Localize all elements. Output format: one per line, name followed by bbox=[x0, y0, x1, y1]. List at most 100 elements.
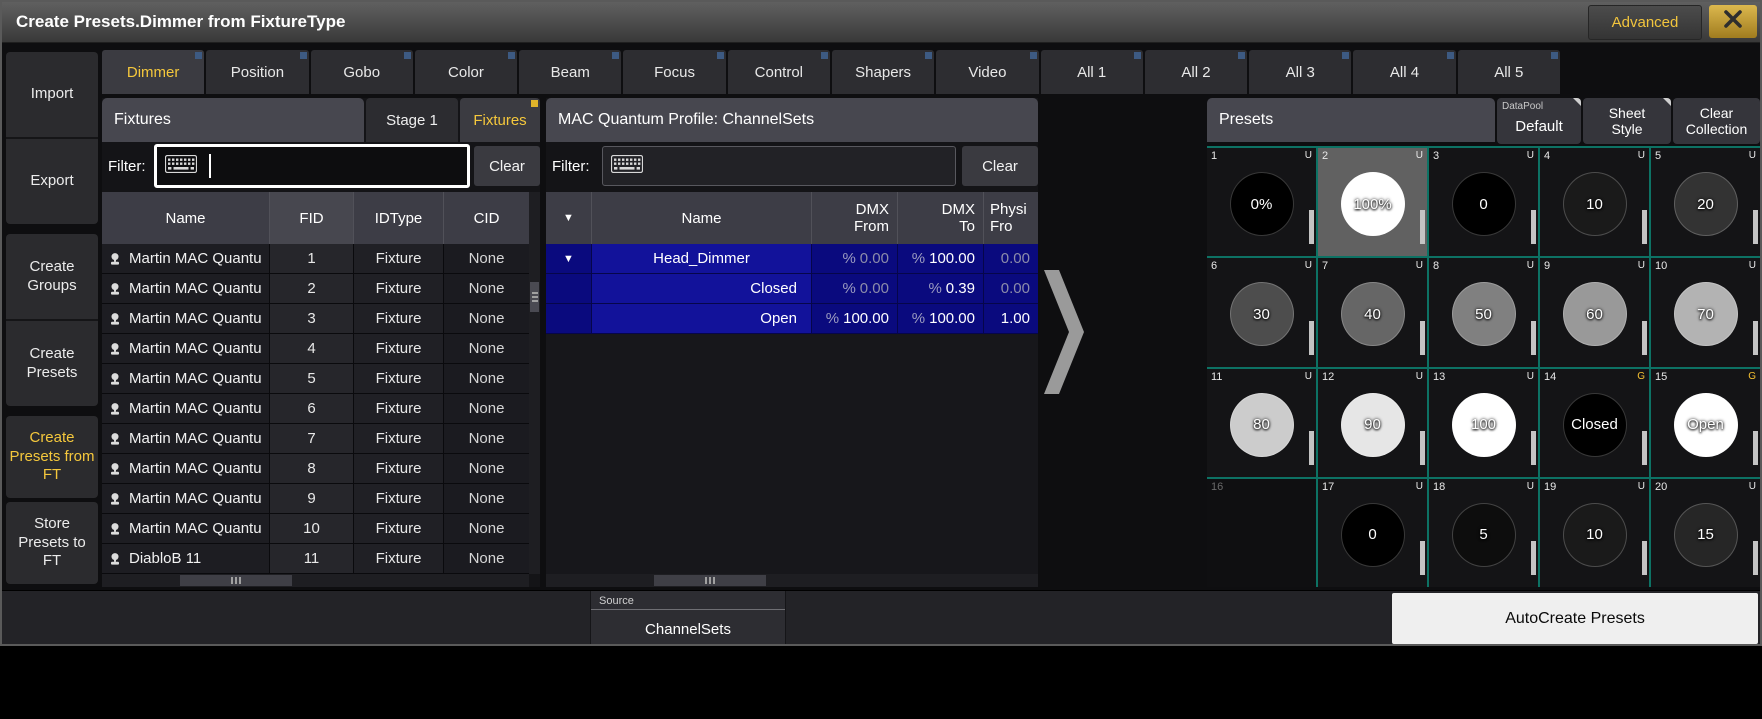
preset-scrollbar[interactable] bbox=[1753, 210, 1758, 244]
fixtures-horizontal-scrollbar[interactable] bbox=[102, 574, 529, 587]
tab-gobo[interactable]: Gobo bbox=[311, 50, 413, 94]
preset-scrollbar[interactable] bbox=[1309, 321, 1314, 355]
preset-cell-2[interactable]: 2U100% bbox=[1318, 148, 1427, 256]
preset-cell-17[interactable]: 17U0 bbox=[1318, 479, 1427, 587]
preset-cell-10[interactable]: 10U70 bbox=[1651, 258, 1760, 366]
fixture-row[interactable]: Martin MAC Quantu6FixtureNone bbox=[102, 394, 529, 424]
create-presets-from-ft-button[interactable]: Create Presets from FT bbox=[6, 416, 98, 498]
preset-scrollbar[interactable] bbox=[1531, 541, 1536, 575]
preset-scrollbar[interactable] bbox=[1309, 431, 1314, 465]
tab-dimmer[interactable]: Dimmer bbox=[102, 50, 204, 94]
fixture-row[interactable]: Martin MAC Quantu5FixtureNone bbox=[102, 364, 529, 394]
preset-cell-4[interactable]: 4U10 bbox=[1540, 148, 1649, 256]
channelset-row-head-dimmer[interactable]: ▼Head_Dimmer%0.00%100.000.00 bbox=[546, 244, 1038, 274]
column-header-dmx-from[interactable]: DMX From bbox=[812, 192, 898, 244]
preset-cell-5[interactable]: 5U20 bbox=[1651, 148, 1760, 256]
tab-control[interactable]: Control bbox=[728, 50, 830, 94]
tab-fixtures[interactable]: Fixtures bbox=[460, 98, 540, 142]
tab-all-3[interactable]: All 3 bbox=[1249, 50, 1351, 94]
preset-cell-7[interactable]: 7U40 bbox=[1318, 258, 1427, 366]
preset-scrollbar[interactable] bbox=[1531, 431, 1536, 465]
preset-scrollbar[interactable] bbox=[1753, 431, 1758, 465]
channelset-row-closed[interactable]: Closed%0.00%0.390.00 bbox=[546, 274, 1038, 304]
fixture-row[interactable]: Martin MAC Quantu9FixtureNone bbox=[102, 484, 529, 514]
preset-scrollbar[interactable] bbox=[1420, 321, 1425, 355]
preset-cell-11[interactable]: 11U80 bbox=[1207, 369, 1316, 477]
store-presets-to-ft-button[interactable]: Store Presets to FT bbox=[6, 502, 98, 584]
fixture-row[interactable]: Martin MAC Quantu8FixtureNone bbox=[102, 454, 529, 484]
preset-scrollbar[interactable] bbox=[1753, 321, 1758, 355]
fixtures-vertical-scrollbar[interactable] bbox=[529, 192, 540, 574]
preset-scrollbar[interactable] bbox=[1642, 321, 1647, 355]
import-button[interactable]: Import bbox=[6, 52, 98, 137]
tab-stage-1[interactable]: Stage 1 bbox=[366, 98, 458, 142]
export-button[interactable]: Export bbox=[6, 137, 98, 224]
channelsets-clear-button[interactable]: Clear bbox=[962, 146, 1038, 186]
fixture-row[interactable]: Martin MAC Quantu3FixtureNone bbox=[102, 304, 529, 334]
preset-cell-16[interactable]: 16 bbox=[1207, 479, 1316, 587]
preset-scrollbar[interactable] bbox=[1420, 210, 1425, 244]
tab-all-1[interactable]: All 1 bbox=[1041, 50, 1143, 94]
preset-scrollbar[interactable] bbox=[1420, 541, 1425, 575]
tab-all-2[interactable]: All 2 bbox=[1145, 50, 1247, 94]
advanced-button[interactable]: Advanced bbox=[1588, 5, 1702, 40]
preset-cell-15[interactable]: 15GOpen bbox=[1651, 369, 1760, 477]
preset-cell-3[interactable]: 3U0 bbox=[1429, 148, 1538, 256]
preset-scrollbar[interactable] bbox=[1642, 541, 1647, 575]
fixture-row[interactable]: Martin MAC Quantu2FixtureNone bbox=[102, 274, 529, 304]
preset-cell-6[interactable]: 6U30 bbox=[1207, 258, 1316, 366]
fixtures-clear-button[interactable]: Clear bbox=[474, 146, 540, 186]
preset-cell-9[interactable]: 9U60 bbox=[1540, 258, 1649, 366]
preset-scrollbar[interactable] bbox=[1642, 210, 1647, 244]
fixture-row[interactable]: Martin MAC Quantu10FixtureNone bbox=[102, 514, 529, 544]
preset-cell-18[interactable]: 18U5 bbox=[1429, 479, 1538, 587]
scrollbar-thumb[interactable] bbox=[530, 282, 539, 312]
column-header-idtype[interactable]: IDType bbox=[354, 192, 444, 244]
preset-cell-8[interactable]: 8U50 bbox=[1429, 258, 1538, 366]
tab-focus[interactable]: Focus bbox=[623, 50, 725, 94]
tab-color[interactable]: Color bbox=[415, 50, 517, 94]
row-expander-icon[interactable]: ▼ bbox=[546, 244, 592, 274]
preset-cell-19[interactable]: 19U10 bbox=[1540, 479, 1649, 587]
fixture-row[interactable]: Martin MAC Quantu4FixtureNone bbox=[102, 334, 529, 364]
clear-collection-button[interactable]: Clear Collection bbox=[1673, 98, 1760, 144]
autocreate-presets-button[interactable]: AutoCreate Presets bbox=[1392, 593, 1758, 644]
preset-cell-20[interactable]: 20U15 bbox=[1651, 479, 1760, 587]
column-header-cid[interactable]: CID bbox=[444, 192, 529, 244]
fixture-row[interactable]: DiabloB 1111FixtureNone bbox=[102, 544, 529, 574]
tab-video[interactable]: Video bbox=[936, 50, 1038, 94]
tab-shapers[interactable]: Shapers bbox=[832, 50, 934, 94]
column-header-dmx-to[interactable]: DMX To bbox=[898, 192, 984, 244]
tab-beam[interactable]: Beam bbox=[519, 50, 621, 94]
scrollbar-thumb[interactable] bbox=[180, 575, 292, 586]
column-header-physical-from[interactable]: Physi Fro bbox=[984, 192, 1038, 244]
preset-scrollbar[interactable] bbox=[1420, 431, 1425, 465]
sheet-style-button[interactable]: Sheet Style bbox=[1583, 98, 1671, 144]
fixture-row[interactable]: Martin MAC Quantu1FixtureNone bbox=[102, 244, 529, 274]
tab-position[interactable]: Position bbox=[206, 50, 308, 94]
column-header-fid[interactable]: FID bbox=[270, 192, 354, 244]
scrollbar-thumb[interactable] bbox=[654, 575, 766, 586]
create-presets-button[interactable]: Create Presets bbox=[6, 319, 98, 406]
dialog-title-bar[interactable]: Create Presets.Dimmer from FixtureType A… bbox=[2, 2, 1760, 43]
source-selector[interactable]: Source ChannelSets bbox=[590, 591, 786, 646]
preset-scrollbar[interactable] bbox=[1642, 431, 1647, 465]
preset-scrollbar[interactable] bbox=[1531, 210, 1536, 244]
preset-scrollbar[interactable] bbox=[1753, 541, 1758, 575]
preset-cell-1[interactable]: 1U0% bbox=[1207, 148, 1316, 256]
preset-cell-13[interactable]: 13U100 bbox=[1429, 369, 1538, 477]
column-header-name[interactable]: Name bbox=[102, 192, 270, 244]
close-button[interactable] bbox=[1709, 5, 1757, 38]
preset-cell-14[interactable]: 14GClosed bbox=[1540, 369, 1649, 477]
channelsets-filter-input[interactable] bbox=[602, 146, 956, 186]
channelset-row-open[interactable]: Open%100.00%100.001.00 bbox=[546, 304, 1038, 334]
preset-scrollbar[interactable] bbox=[1531, 321, 1536, 355]
channelsets-horizontal-scrollbar[interactable] bbox=[546, 574, 1038, 587]
fixtures-filter-input[interactable] bbox=[154, 144, 470, 188]
create-groups-button[interactable]: Create Groups bbox=[6, 234, 98, 319]
preset-cell-12[interactable]: 12U90 bbox=[1318, 369, 1427, 477]
collapse-all-expander-icon[interactable]: ▼ bbox=[546, 192, 592, 244]
fixture-row[interactable]: Martin MAC Quantu7FixtureNone bbox=[102, 424, 529, 454]
tab-all-4[interactable]: All 4 bbox=[1353, 50, 1455, 94]
column-header-name[interactable]: Name bbox=[592, 192, 812, 244]
